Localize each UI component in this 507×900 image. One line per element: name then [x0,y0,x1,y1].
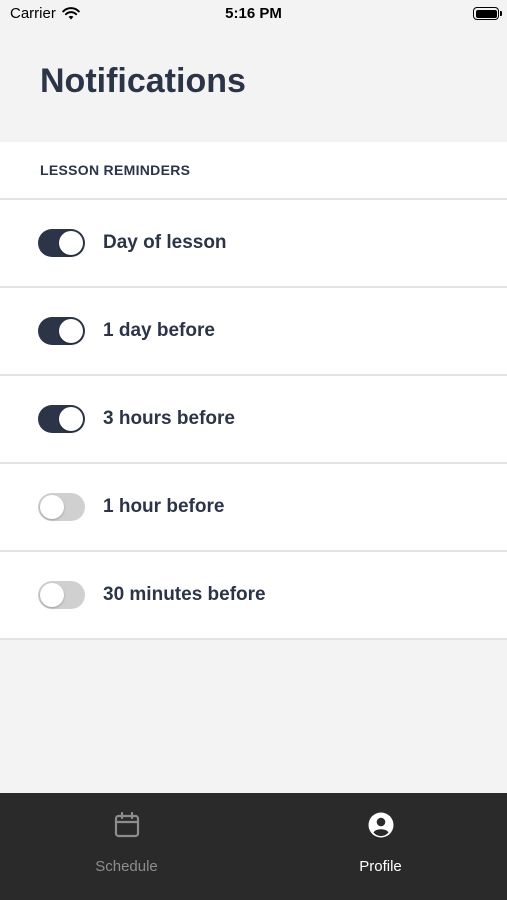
toggle-day-of-lesson[interactable] [38,229,85,257]
reminder-row-1-hour-before: 1 hour before [0,464,507,552]
reminder-label: 1 hour before [103,496,225,517]
tab-schedule[interactable]: Schedule [0,793,253,900]
toggle-knob [59,407,83,431]
toggle-1-hour-before[interactable] [38,493,85,521]
page-title: Notifications [40,62,246,100]
toggle-knob [40,583,64,607]
status-bar: Carrier 5:16 PM [0,0,507,30]
reminder-label: 1 day before [103,320,215,341]
calendar-icon [114,811,139,838]
tab-label-profile: Profile [359,858,402,875]
user-circle-icon [368,812,393,838]
toggle-knob [59,319,83,343]
reminder-row-day-of-lesson: Day of lesson [0,200,507,288]
section-header: LESSON REMINDERS [0,142,507,200]
reminder-label: 30 minutes before [103,584,266,605]
reminder-label: Day of lesson [103,232,227,253]
toggle-3-hours-before[interactable] [38,405,85,433]
battery-icon [473,7,502,20]
reminder-row-3-hours-before: 3 hours before [0,376,507,464]
toggle-1-day-before[interactable] [38,317,85,345]
reminder-row-1-day-before: 1 day before [0,288,507,376]
tab-label-schedule: Schedule [95,858,158,875]
toggle-knob [40,495,64,519]
tab-profile[interactable]: Profile [254,793,507,900]
toggle-30-minutes-before[interactable] [38,581,85,609]
reminder-label: 3 hours before [103,408,235,429]
toggle-knob [59,231,83,255]
tab-bar: Schedule Profile [0,793,507,900]
lesson-reminders-section: LESSON REMINDERS Day of lesson 1 day bef… [0,142,507,640]
clock: 5:16 PM [225,5,282,22]
reminder-row-30-minutes-before: 30 minutes before [0,552,507,640]
